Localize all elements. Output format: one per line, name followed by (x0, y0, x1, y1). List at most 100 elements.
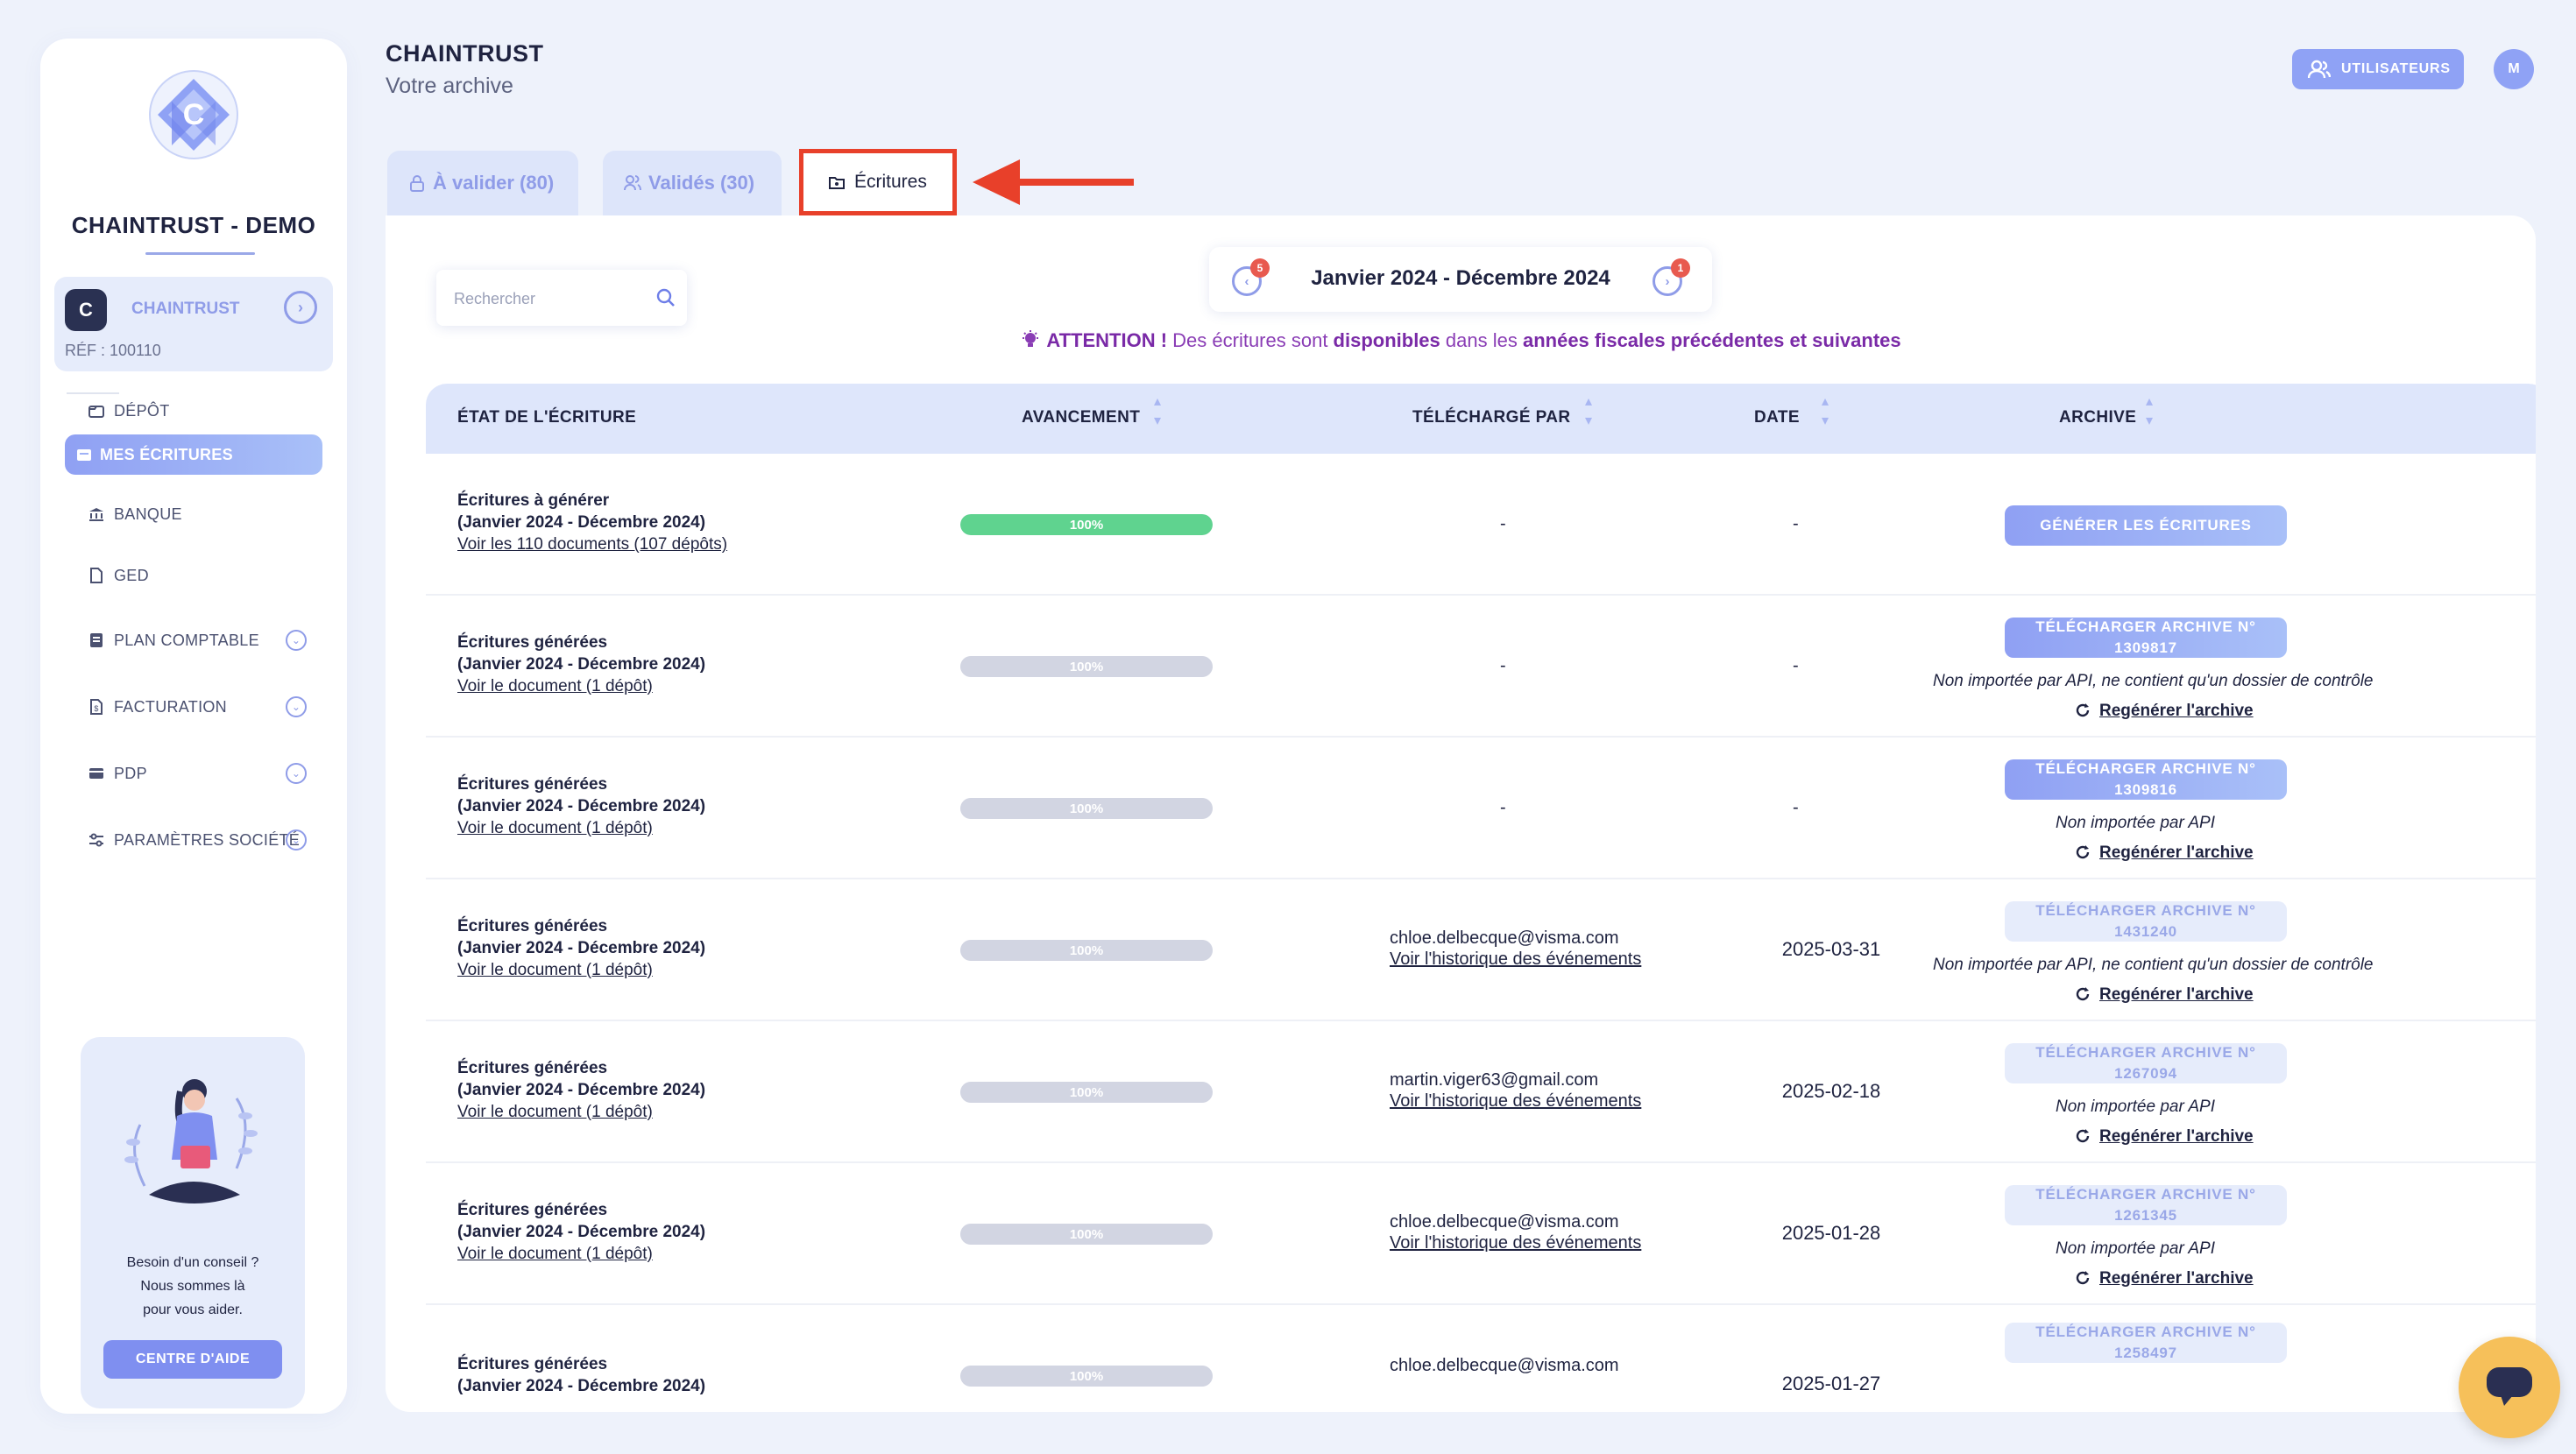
sort-arrows-icon[interactable]: ▴ ▾ (1150, 392, 1165, 441)
help-line-2: Nous sommes là (140, 1279, 245, 1294)
organization-underline (145, 252, 255, 255)
sort-arrows-icon[interactable]: ▴ ▾ (1581, 392, 1596, 441)
help-center-button[interactable]: CENTRE D'AIDE (103, 1340, 282, 1379)
column-header-date[interactable]: DATE (1754, 408, 1800, 427)
regenerate-archive-link[interactable]: Regénérer l'archive (2075, 1127, 2254, 1147)
attention-bold-2: années fiscales précédentes et suivantes (1522, 329, 1901, 351)
company-logo[interactable]: C (145, 67, 242, 163)
table-row: Écritures générées (Janvier 2024 - Décemb… (426, 879, 2536, 1021)
sidebar-item-label: FACTURATION (114, 697, 227, 716)
sidebar-item-label: DÉPÔT (114, 401, 170, 420)
sidebar-item-depot[interactable]: DÉPÔT (67, 391, 321, 431)
uploader-empty: - (1500, 514, 1506, 533)
sidebar-item-plan-comptable[interactable]: PLAN COMPTABLE ⌄ (67, 620, 321, 660)
chevron-down-icon[interactable]: ⌄ (286, 696, 307, 717)
next-period-button[interactable]: › 1 (1652, 258, 1690, 296)
view-documents-link[interactable]: Voir le document (1 dépôt) (457, 1243, 705, 1265)
tab-ecritures[interactable]: Écritures (799, 149, 957, 215)
users-button[interactable]: UTILISATEURS (2292, 49, 2464, 89)
users-icon (624, 175, 641, 191)
period-label: Janvier 2024 - Décembre 2024 (1311, 266, 1610, 290)
uploader-email: chloe.delbecque@visma.com (1390, 1356, 1619, 1375)
archive-button[interactable]: TÉLÉCHARGER ARCHIVE N° 1267094 (2005, 1043, 2287, 1083)
archive-button[interactable]: GÉNÉRER LES ÉCRITURES (2005, 505, 2287, 546)
event-history-link[interactable]: Voir l'historique des événements (1390, 949, 1740, 970)
table-row: Écritures générées (Janvier 2024 - Décemb… (426, 1163, 2536, 1305)
tab-valides[interactable]: Validés (30) (603, 151, 782, 215)
entry-status-title: Écritures à générer (457, 491, 610, 510)
chevron-down-icon[interactable]: ⌄ (286, 630, 307, 651)
sidebar-item-ged[interactable]: GED (67, 555, 321, 596)
progress-label: 100% (1069, 1227, 1104, 1242)
column-header-archive[interactable]: ARCHIVE (2059, 408, 2136, 427)
sort-arrows-icon[interactable]: ▴ ▾ (1817, 392, 1833, 441)
sidebar-item-facturation[interactable]: $ FACTURATION ⌄ (67, 687, 321, 727)
event-history-link[interactable]: Voir l'historique des événements (1390, 1090, 1740, 1112)
sidebar-item-pdp[interactable]: PDP ⌄ (67, 753, 321, 794)
refresh-icon (2076, 1271, 2090, 1285)
sidebar-item-banque[interactable]: BANQUE (67, 494, 321, 534)
progress-bar: 100% (960, 514, 1213, 535)
view-documents-link[interactable]: Voir le document (1 dépôt) (457, 1101, 705, 1123)
archive-button[interactable]: TÉLÉCHARGER ARCHIVE N° 1258497 (2005, 1323, 2287, 1363)
sort-arrows-icon[interactable]: ▴ ▾ (2141, 392, 2157, 441)
organization-name: CHAINTRUST - DEMO (71, 212, 316, 238)
search-box[interactable] (436, 270, 687, 326)
tab-a-valider[interactable]: À valider (80) (387, 151, 578, 215)
archive-button[interactable]: TÉLÉCHARGER ARCHIVE N° 1309817 (2005, 618, 2287, 658)
company-selector[interactable]: C CHAINTRUST RÉF : 100110 › (54, 277, 333, 371)
sidebar-item-label: PARAMÈTRES SOCIÉTÉ (114, 830, 301, 849)
regenerate-archive-link[interactable]: Regénérer l'archive (2075, 1269, 2254, 1288)
chat-icon (2487, 1367, 2532, 1406)
table-row: Écritures à générer (Janvier 2024 - Décem… (426, 454, 2536, 596)
archive-note: Non importée par API, ne contient qu'un … (1933, 672, 2374, 690)
sidebar-item-mes-ecritures[interactable]: MES ÉCRITURES (65, 434, 322, 475)
table-header: ÉTAT DE L'ÉCRITURE AVANCEMENT ▴ ▾ TÉLÉCHA… (426, 384, 2536, 454)
progress-bar: 100% (960, 1224, 1213, 1245)
refresh-icon (2076, 703, 2090, 717)
bank-icon (89, 508, 103, 521)
regenerate-archive-label: Regénérer l'archive (2099, 985, 2254, 1004)
chevron-right-icon: › (1665, 273, 1670, 289)
annotation-arrow-icon (973, 159, 1134, 205)
search-icon[interactable] (655, 287, 676, 308)
entry-status-title: Écritures générées (457, 775, 608, 794)
document-icon (90, 568, 103, 583)
view-documents-link[interactable]: Voir le document (1 dépôt) (457, 817, 705, 839)
sidebar-item-label: MES ÉCRITURES (100, 445, 233, 463)
entry-status-title: Écritures générées (457, 1059, 608, 1077)
view-documents-link[interactable]: Voir les 110 documents (107 dépôts) (457, 533, 727, 555)
archive-button[interactable]: TÉLÉCHARGER ARCHIVE N° 1309816 (2005, 759, 2287, 800)
uploader-empty: - (1500, 798, 1506, 817)
regenerate-archive-link[interactable]: Regénérer l'archive (2075, 843, 2254, 863)
sidebar: C CHAINTRUST - DEMO C CHAINTRUST RÉF : 1… (40, 39, 347, 1414)
archive-button[interactable]: TÉLÉCHARGER ARCHIVE N° 1261345 (2005, 1185, 2287, 1225)
table-row: Écritures générées (Janvier 2024 - Décemb… (426, 596, 2536, 738)
entry-status-period: (Janvier 2024 - Décembre 2024) (457, 513, 706, 532)
progress-label: 100% (1069, 943, 1104, 958)
help-line-1: Besoin d'un conseil ? (126, 1255, 259, 1270)
column-header-uploader[interactable]: TÉLÉCHARGÉ PAR (1412, 408, 1570, 427)
view-documents-link[interactable]: Voir le document (1 dépôt) (457, 959, 705, 981)
regenerate-archive-link[interactable]: Regénérer l'archive (2075, 702, 2254, 721)
progress-bar: 100% (960, 1366, 1213, 1387)
attention-banner: ATTENTION ! Des écritures sont disponibl… (386, 329, 2536, 352)
progress-bar: 100% (960, 656, 1213, 677)
event-history-link[interactable]: Voir l'historique des événements (1390, 1232, 1740, 1253)
archive-note: Non importée par API (2056, 814, 2215, 832)
chat-button[interactable] (2459, 1337, 2560, 1438)
avatar[interactable]: M (2494, 49, 2534, 89)
view-documents-link[interactable]: Voir le document (1 dépôt) (457, 675, 705, 697)
regenerate-archive-link[interactable]: Regénérer l'archive (2075, 985, 2254, 1005)
chevron-down-icon[interactable]: ⌄ (286, 829, 307, 851)
column-header-progress[interactable]: AVANCEMENT (1022, 408, 1140, 427)
chevron-down-icon[interactable]: ⌄ (286, 763, 307, 784)
date-empty: - (1793, 656, 1799, 675)
chevron-right-icon[interactable]: › (284, 291, 317, 324)
sidebar-item-label: BANQUE (114, 505, 182, 523)
archive-button[interactable]: TÉLÉCHARGER ARCHIVE N° 1431240 (2005, 901, 2287, 942)
search-input[interactable] (454, 286, 647, 312)
entry-status: Écritures à générer (Janvier 2024 - Décem… (457, 490, 727, 555)
lightbulb-icon (1023, 330, 1039, 347)
sidebar-item-parametres-societe[interactable]: PARAMÈTRES SOCIÉTÉ ⌄ (67, 820, 321, 860)
